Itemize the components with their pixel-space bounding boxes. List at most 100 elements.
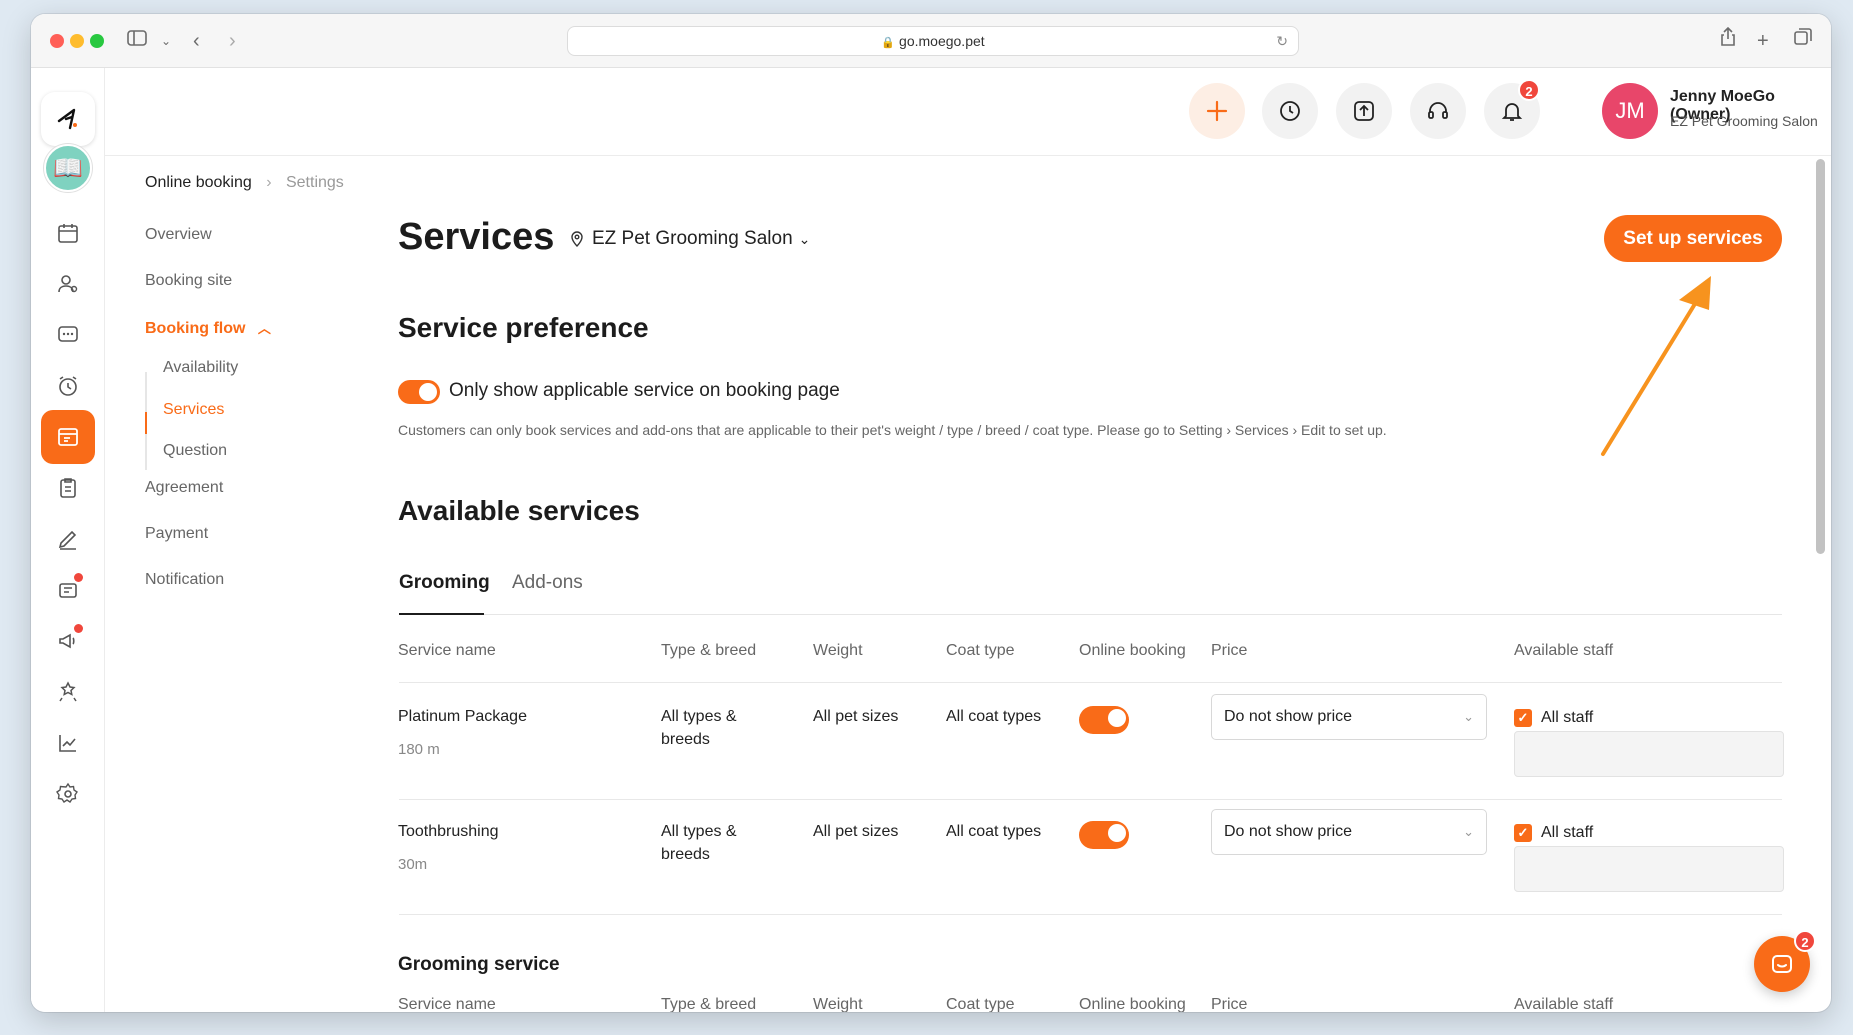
share-icon[interactable]	[1719, 26, 1737, 55]
quick-add-button[interactable]	[1189, 83, 1245, 139]
service-type-breed: All types & breeds	[661, 705, 737, 751]
service-name: Toothbrushing	[398, 823, 499, 840]
column-weight: Weight	[813, 642, 863, 659]
marketing-icon[interactable]	[41, 614, 95, 668]
browser-window: ⌄ ‹ › 🔒 go.moego.pet ↻ + 📖 2 JM Jenny Mo…	[31, 14, 1831, 1012]
staff-select[interactable]	[1514, 731, 1784, 777]
reports-icon[interactable]	[41, 716, 95, 770]
rewards-icon[interactable]	[41, 665, 95, 719]
sidebar-toggle-icon[interactable]	[127, 27, 147, 55]
notification-button[interactable]: 2	[1484, 79, 1540, 139]
subnav-booking-flow-label: Booking flow	[145, 320, 246, 337]
service-type-breed: All types & breeds	[661, 820, 737, 866]
page-scrollbar[interactable]	[1816, 159, 1825, 554]
back-icon[interactable]: ‹	[193, 27, 200, 55]
chat-support-button[interactable]: 2	[1754, 930, 1816, 992]
settings-icon[interactable]	[41, 767, 95, 821]
tab-add-ons[interactable]: Add-ons	[512, 572, 583, 594]
subnav-agreement[interactable]: Agreement	[145, 479, 223, 497]
column-service-name: Service name	[398, 642, 496, 659]
url-text: go.moego.pet	[899, 33, 985, 49]
support-button[interactable]	[1410, 83, 1466, 139]
chevron-down-icon: ⌄	[1463, 824, 1474, 839]
staff-select[interactable]	[1514, 846, 1784, 892]
online-booking-toggle[interactable]	[1079, 821, 1129, 849]
app-header: 2 JM Jenny MoeGo (Owner) EZ Pet Grooming…	[105, 68, 1831, 156]
subnav-booking-flow[interactable]: Booking flow ︿	[145, 318, 271, 338]
subnav-notification[interactable]: Notification	[145, 571, 224, 589]
price-select-value: Do not show price	[1224, 708, 1353, 725]
service-coat-type: All coat types	[946, 823, 1042, 840]
set-up-services-button[interactable]: Set up services	[1604, 215, 1782, 262]
column-available-staff: Available staff	[1514, 642, 1614, 659]
subnav-overview[interactable]: Overview	[145, 226, 212, 244]
breadcrumb-online-booking[interactable]: Online booking	[145, 174, 252, 191]
annotation-arrow	[1601, 276, 1711, 456]
column-type-breed: Type & breed	[661, 642, 757, 659]
all-staff-label: All staff	[1541, 709, 1594, 726]
column-coat-type: Coat type	[946, 642, 1015, 659]
table-divider	[399, 799, 1782, 800]
subnav-question[interactable]: Question	[163, 442, 227, 460]
chevron-down-icon[interactable]: ⌄	[161, 27, 171, 55]
column-coat-type: Coat type	[946, 996, 1015, 1012]
moego-logo-icon[interactable]	[41, 92, 95, 146]
column-online-booking: Online booking	[1079, 996, 1186, 1012]
type-breed-line: breeds	[661, 731, 710, 748]
minimize-window-button[interactable]	[70, 34, 84, 48]
address-bar[interactable]: 🔒 go.moego.pet ↻	[567, 26, 1299, 56]
reload-icon[interactable]: ↻	[1276, 27, 1288, 55]
user-avatar[interactable]: JM	[1602, 83, 1658, 139]
subnav-payment[interactable]: Payment	[145, 525, 208, 543]
table-divider	[399, 914, 1782, 915]
upload-button[interactable]	[1336, 83, 1392, 139]
tab-grooming[interactable]: Grooming	[399, 572, 490, 594]
chat-icon	[1772, 955, 1792, 973]
applicable-service-toggle[interactable]	[398, 380, 440, 404]
type-breed-line: All types &	[661, 823, 737, 840]
service-duration: 30m	[398, 856, 428, 873]
zoom-window-button[interactable]	[90, 34, 104, 48]
location-select[interactable]: EZ Pet Grooming Salon ⌄	[568, 228, 810, 250]
service-duration: 180 m	[398, 741, 440, 758]
page-title: Services	[398, 216, 555, 258]
subnav-availability[interactable]: Availability	[163, 359, 238, 377]
clock-button[interactable]	[1262, 83, 1318, 139]
forward-icon[interactable]: ›	[229, 27, 236, 55]
all-staff-checkbox[interactable]: ✓	[1514, 709, 1532, 727]
online-booking-icon[interactable]	[41, 410, 95, 464]
tabs-overview-icon[interactable]	[1793, 27, 1813, 55]
column-price: Price	[1211, 996, 1248, 1012]
clients-icon[interactable]	[41, 257, 95, 311]
calendar-icon[interactable]	[41, 206, 95, 260]
subnav-booking-site[interactable]: Booking site	[145, 272, 232, 290]
breadcrumb: Online booking › Settings	[145, 174, 344, 192]
message-icon[interactable]	[41, 308, 95, 362]
location-pin-icon	[571, 231, 583, 247]
service-weight: All pet sizes	[813, 708, 899, 725]
price-select[interactable]: Do not show price ⌄	[1211, 809, 1487, 855]
price-select[interactable]: Do not show price ⌄	[1211, 694, 1487, 740]
grooming-service-heading: Grooming service	[398, 954, 560, 975]
type-breed-line: All types &	[661, 708, 737, 725]
close-window-button[interactable]	[50, 34, 64, 48]
reminder-icon[interactable]	[41, 359, 95, 413]
column-type-breed: Type & breed	[661, 996, 757, 1012]
column-weight: Weight	[813, 996, 863, 1012]
subnav-active-indicator	[145, 412, 147, 434]
business-avatar[interactable]: 📖	[44, 144, 92, 192]
retail-icon[interactable]	[41, 563, 95, 617]
new-tab-icon[interactable]: +	[1757, 27, 1769, 55]
lock-icon: 🔒	[881, 37, 896, 49]
subnav-services[interactable]: Services	[163, 401, 224, 419]
chat-badge: 2	[1794, 930, 1816, 952]
breadcrumb-settings: Settings	[285, 174, 344, 191]
upload-icon	[1354, 101, 1374, 121]
all-staff-checkbox[interactable]: ✓	[1514, 824, 1532, 842]
pen-icon[interactable]	[41, 512, 95, 566]
available-services-heading: Available services	[398, 495, 640, 526]
chevron-down-icon: ⌄	[798, 230, 811, 247]
clipboard-icon[interactable]	[41, 461, 95, 515]
online-booking-toggle[interactable]	[1079, 706, 1129, 734]
tabs-divider	[399, 614, 1782, 615]
